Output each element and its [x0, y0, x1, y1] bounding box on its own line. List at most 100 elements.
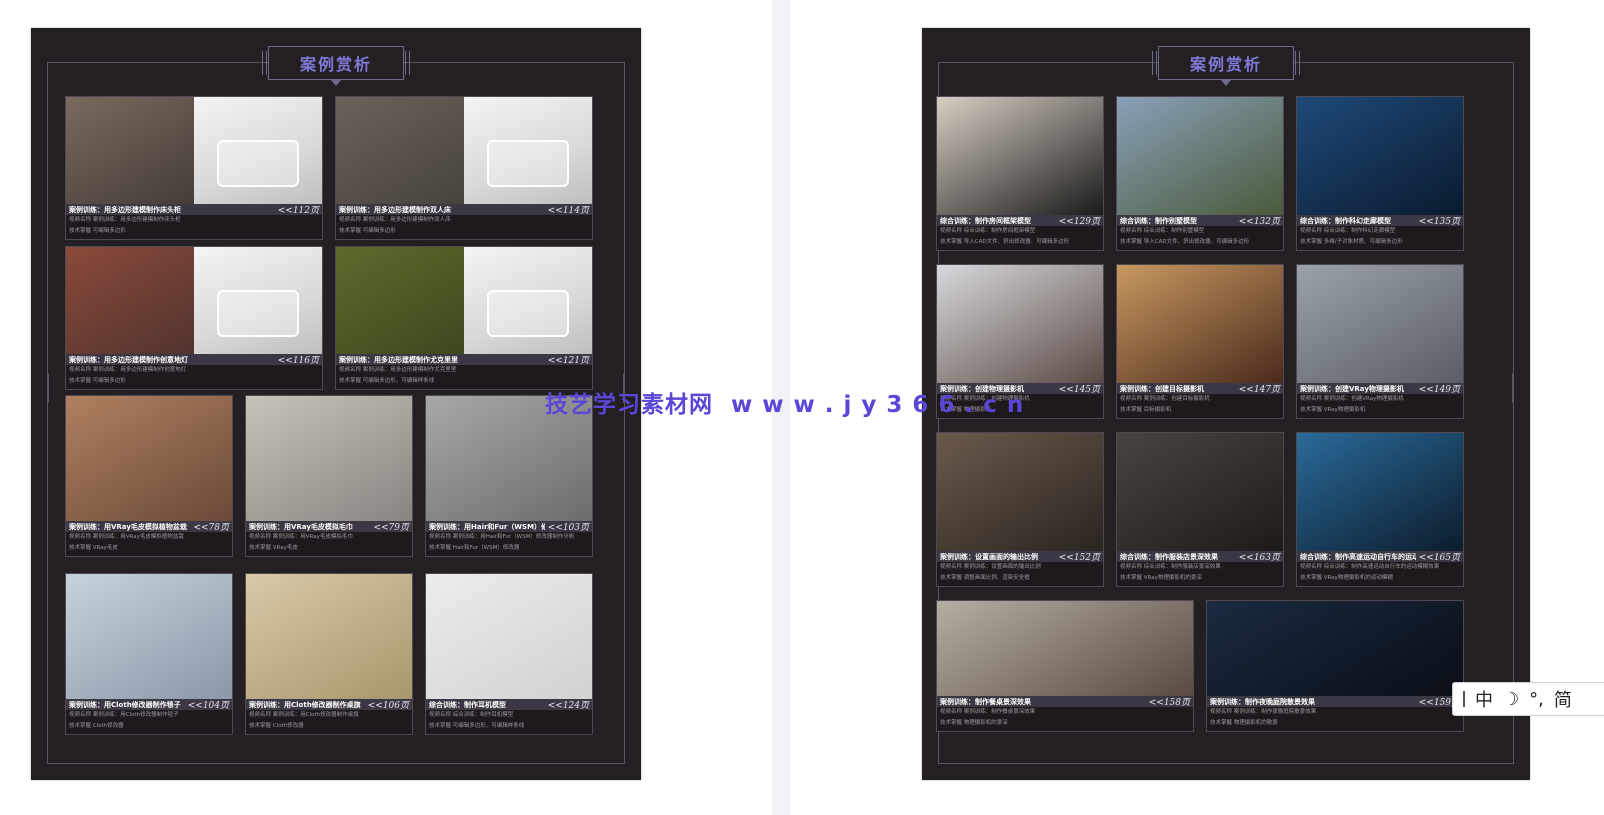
case-image — [426, 574, 592, 699]
case-card: 综合训练：制作耳机模型 <<124页 视频名称 综合训练：制作耳机模型 技术掌握 可编… — [425, 573, 593, 735]
moon-icon[interactable]: ☽ — [1503, 689, 1519, 710]
case-title: 案例训练：制作夜晚庭院散景效果 — [1210, 697, 1315, 706]
case-title-bar: 案例训练：用Cloth修改器制作毯子 <<104页 — [66, 699, 232, 711]
case-title: 案例训练：用多边形建模制作床头柜 — [69, 205, 181, 214]
case-card: 案例训练：创建VRay物理摄影机 <<149页 视频名称 案例训练：创建VRay物理… — [1296, 264, 1464, 419]
case-image — [66, 247, 322, 354]
case-technique: 技术掌握 多维/子对象材质、可编辑多边形 — [1300, 239, 1403, 245]
case-title: 案例训练：用VRay毛皮模拟毛巾 — [249, 522, 353, 531]
case-title-bar: 案例训练：用Cloth修改器制作桌旗 <<106页 — [246, 699, 412, 711]
case-video-name: 视频名称 案例训练：用VRay毛皮模拟植物盆栽 — [69, 534, 184, 540]
case-title: 案例训练：用多边形建模制作尤克里里 — [339, 355, 458, 364]
case-technique: 技术掌握 物理摄影机的散景 — [1210, 720, 1278, 726]
case-image — [246, 396, 412, 521]
case-technique: 技术掌握 调整画面比例、渲染安全框 — [940, 575, 1030, 581]
frame-tick — [47, 373, 49, 403]
case-image — [66, 97, 322, 204]
case-title-bar: 综合训练：制作耳机模型 <<124页 — [426, 699, 592, 711]
case-video-name: 视频名称 案例训练：用Cloth修改器制作毯子 — [69, 712, 179, 718]
case-technique: 技术掌握 VRay毛皮 — [249, 545, 298, 551]
case-technique: 技术掌握 目标摄影机 — [1120, 407, 1172, 413]
case-image — [1207, 601, 1463, 696]
case-image — [1297, 97, 1463, 215]
case-title-bar: 案例训练：用VRay毛皮模拟植物盆栽 <<78页 — [66, 521, 232, 533]
watermark-text: 技艺学习素材网 w w w . j y 3 6 6 . c n — [545, 392, 1025, 418]
case-image — [937, 433, 1103, 551]
case-card: 案例训练：用多边形建模制作床头柜 <<112页 视频名称 案例训练：用多边形建模制作… — [65, 96, 323, 240]
section-heading-text: 案例赏析 — [1152, 46, 1300, 80]
case-title: 案例训练：创建VRay物理摄影机 — [1300, 384, 1404, 393]
case-technique: 技术掌握 可编辑多边形 — [69, 228, 126, 234]
case-video-name: 视频名称 综合训练：制作房间框架模型 — [940, 228, 1036, 234]
case-technique: 技术掌握 可编辑多边形 — [69, 378, 126, 384]
case-title: 案例训练：用Cloth修改器制作毯子 — [69, 700, 181, 709]
case-image — [937, 265, 1103, 383]
case-card: 案例训练：创建目标摄影机 <<147页 视频名称 案例训练：创建目标摄影机 技术掌握 … — [1116, 264, 1284, 419]
case-video-name: 视频名称 综合训练：制作别墅模型 — [1120, 228, 1205, 234]
case-title: 综合训练：制作别墅模型 — [1120, 216, 1197, 225]
case-video-name: 视频名称 案例训练：用多边形建模制作双人床 — [339, 217, 451, 223]
ime-toolbar[interactable]: 中 ☽ °, 简 — [1452, 682, 1604, 716]
case-image — [1117, 433, 1283, 551]
case-video-name: 视频名称 案例训练：用Cloth修改器制作桌旗 — [249, 712, 359, 718]
case-title: 综合训练：制作服装店景深效果 — [1120, 552, 1218, 561]
case-image — [66, 396, 232, 521]
drag-handle-icon[interactable] — [1463, 691, 1465, 707]
case-video-name: 视频名称 案例训练：设置画面的输出比例 — [940, 564, 1041, 570]
section-heading: 案例赏析 — [1152, 46, 1300, 86]
case-image — [937, 601, 1193, 696]
case-title-bar: 案例训练：用VRay毛皮模拟毛巾 <<79页 — [246, 521, 412, 533]
case-title-bar: 案例训练：创建目标摄影机 <<147页 — [1117, 383, 1283, 395]
case-card: 综合训练：制作服装店景深效果 <<163页 视频名称 综合训练：制作服装店景深效果技… — [1116, 432, 1284, 587]
clay-render-image — [464, 247, 592, 354]
case-card: 案例训练：用多边形建模制作尤克里里 <<121页 视频名称 案例训练：用多边形建模制… — [335, 246, 593, 390]
case-title-bar: 案例训练：制作夜晚庭院散景效果 <<159页 — [1207, 696, 1463, 708]
case-image — [336, 247, 592, 354]
case-title: 案例训练：制作餐桌景深效果 — [940, 697, 1031, 706]
case-video-name: 视频名称 案例训练：用多边形建模制作床头柜 — [69, 217, 181, 223]
case-card: 案例训练：用VRay毛皮模拟植物盆栽 <<78页 视频名称 案例训练：用VRay毛皮… — [65, 395, 233, 557]
case-card: 案例训练：用Cloth修改器制作毯子 <<104页 视频名称 案例训练：用Cloth… — [65, 573, 233, 735]
case-video-name: 视频名称 案例训练：制作餐桌景深效果 — [940, 709, 1036, 715]
case-video-name: 视频名称 案例训练：用VRay毛皮模拟毛巾 — [249, 534, 353, 540]
case-title-bar: 案例训练：制作餐桌景深效果 <<158页 — [937, 696, 1193, 708]
heading-notch-icon — [330, 79, 342, 86]
simplified-chinese-button[interactable]: 简 — [1554, 686, 1572, 712]
clay-render-image — [194, 97, 322, 204]
case-card: 综合训练：制作别墅模型 <<132页 视频名称 综合训练：制作别墅模型 技术掌握 导入… — [1116, 96, 1284, 251]
case-technique: 技术掌握 Cloth修改器 — [69, 723, 124, 729]
case-technique: 技术掌握 VRay毛皮 — [69, 545, 118, 551]
case-video-name: 视频名称 案例训练：用Hair和Fur（WSM）修改器制作牙刷 — [429, 534, 575, 540]
case-video-name: 视频名称 案例训练：用多边形建模制作创意地灯 — [69, 367, 187, 373]
case-title-bar: 案例训练：用多边形建模制作双人床 <<114页 — [336, 204, 592, 216]
case-card: 案例训练：用Cloth修改器制作桌旗 <<106页 视频名称 案例训练：用Cloth… — [245, 573, 413, 735]
case-video-name: 视频名称 案例训练：制作夜晚庭院散景效果 — [1210, 709, 1317, 715]
case-video-name: 视频名称 综合训练：制作科幻走廊模型 — [1300, 228, 1396, 234]
clay-render-image — [194, 247, 322, 354]
case-technique: 技术掌握 物理摄影机的景深 — [940, 720, 1008, 726]
case-title-bar: 案例训练：用多边形建模制作床头柜 <<112页 — [66, 204, 322, 216]
case-technique: 技术掌握 Cloth修改器 — [249, 723, 304, 729]
case-video-name: 视频名称 案例训练：创建目标摄影机 — [1120, 396, 1210, 402]
case-card: 综合训练：制作科幻走廊模型 <<135页 视频名称 综合训练：制作科幻走廊模型 技术掌… — [1296, 96, 1464, 251]
case-card: 案例训练：用Hair和Fur（WSM）修改器制作牙刷<<103页视频名称 案例训… — [425, 395, 593, 557]
case-title: 案例训练：用多边形建模制作双人床 — [339, 205, 451, 214]
case-title-bar: 案例训练：用多边形建模制作创意地灯 <<116页 — [66, 354, 322, 366]
case-technique: 技术掌握 VRay物理摄影机 — [1300, 407, 1366, 413]
case-title: 综合训练：制作耳机模型 — [429, 700, 506, 709]
case-image — [1117, 265, 1283, 383]
case-title-bar: 案例训练：创建VRay物理摄影机 <<149页 — [1297, 383, 1463, 395]
punctuation-button[interactable]: °, — [1529, 689, 1544, 710]
case-title: 案例训练：用Cloth修改器制作桌旗 — [249, 700, 361, 709]
case-video-name: 视频名称 综合训练：制作高速运动自行车的运动模糊效果 — [1300, 564, 1440, 570]
case-image — [336, 97, 592, 204]
case-card: 案例训练：制作餐桌景深效果 <<158页 视频名称 案例训练：制作餐桌景深效果 技术掌… — [936, 600, 1194, 732]
case-title-bar: 综合训练：制作高速运动自行车的运动模糊效果<<165页 — [1297, 551, 1463, 563]
ime-mode-button[interactable]: 中 — [1475, 686, 1493, 712]
case-title: 综合训练：制作高速运动自行车的运动模糊效果 — [1300, 552, 1416, 561]
case-video-name: 视频名称 综合训练：制作服装店景深效果 — [1120, 564, 1221, 570]
case-title-bar: 综合训练：制作房间框架模型 <<129页 — [937, 215, 1103, 227]
case-title-bar: 案例训练：用多边形建模制作尤克里里 <<121页 — [336, 354, 592, 366]
case-image — [246, 574, 412, 699]
case-card: 案例训练：用VRay毛皮模拟毛巾 <<79页 视频名称 案例训练：用VRay毛皮模拟… — [245, 395, 413, 557]
